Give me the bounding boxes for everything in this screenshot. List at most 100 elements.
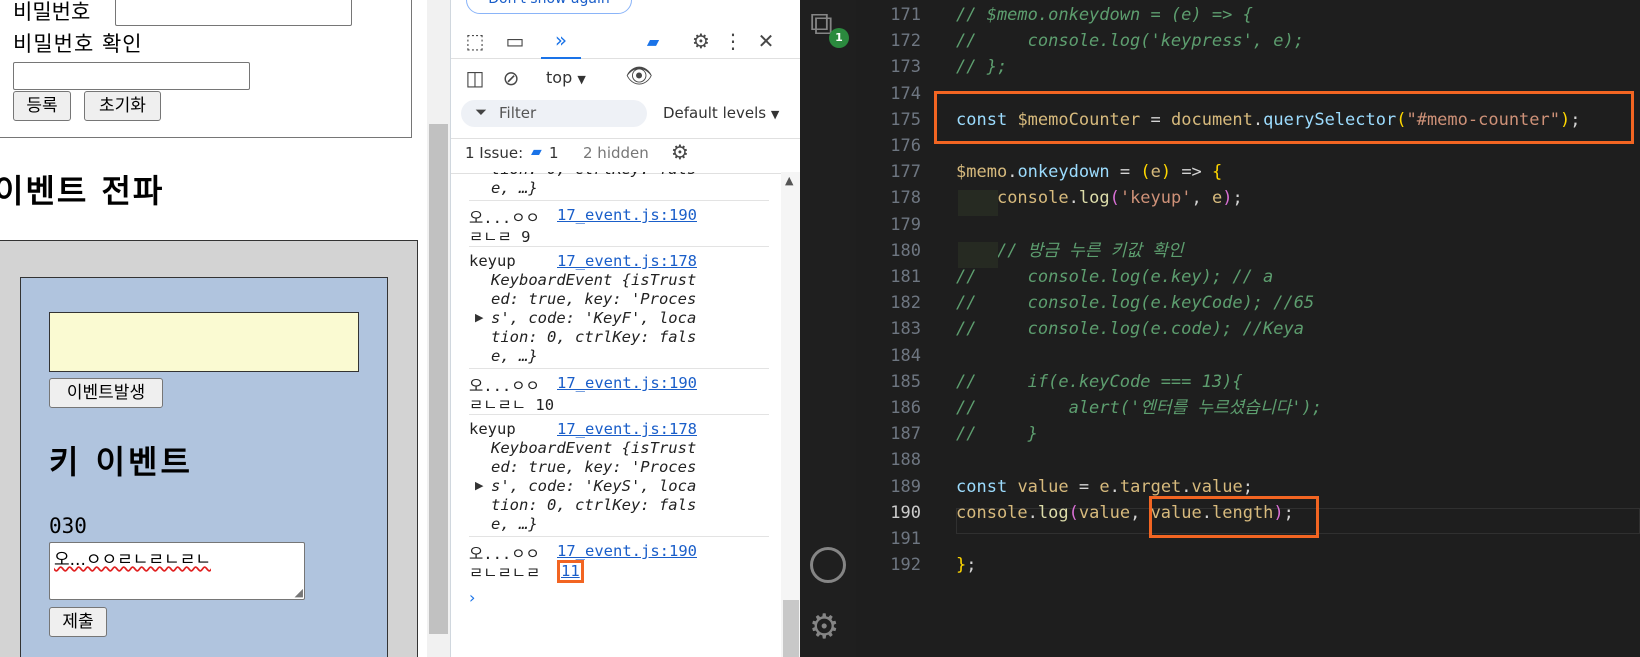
log-label: keyup xyxy=(469,252,516,270)
reset-button[interactable]: 초기화 xyxy=(84,91,161,121)
line-number: 172 xyxy=(890,31,921,52)
code-line[interactable]: 183 // console.log(e.code); //Keya xyxy=(856,316,1640,342)
line-number: 180 xyxy=(890,240,921,261)
log-object-line: s', code: 'KeyF', loca xyxy=(491,309,697,327)
messages-icon[interactable]: ▰ xyxy=(641,30,665,54)
account-icon[interactable] xyxy=(810,547,846,583)
source-link[interactable]: 17_event.js:190 xyxy=(557,374,697,392)
source-link[interactable]: 17_event.js:190 xyxy=(557,206,697,224)
scroll-up-icon[interactable]: ▲ xyxy=(785,174,793,187)
activity-bar: ⧉ 1 ⚙ xyxy=(800,0,856,657)
code-text: // console.log(e.keyCode); //65 xyxy=(956,293,1315,314)
propagation-heading: 이벤트 전파 xyxy=(0,172,165,210)
filter-placeholder: Filter xyxy=(499,104,537,122)
memo-textarea[interactable]: 오...ㅇㅇㄹㄴㄹㄴㄹㄴ ◢ xyxy=(49,542,305,600)
line-number: 186 xyxy=(890,398,921,418)
code-line[interactable]: 182 // console.log(e.keyCode); //65 xyxy=(856,290,1640,316)
event-button[interactable]: 이벤트발생 xyxy=(49,378,163,408)
line-number: 190 xyxy=(890,502,921,523)
code-line[interactable]: 188 xyxy=(856,447,1640,473)
indent-guide xyxy=(958,242,998,268)
log-object-line: e, …} xyxy=(491,347,538,365)
issues-count[interactable]: 1 xyxy=(549,144,559,162)
code-line[interactable]: 171 // $memo.onkeydown = (e) => { xyxy=(856,2,1640,28)
device-toggle-icon[interactable]: ▭ xyxy=(503,29,527,53)
log-label: keyup xyxy=(469,420,516,438)
log-separator xyxy=(469,368,769,369)
clear-console-icon[interactable]: ⊘ xyxy=(499,66,523,90)
console-scrollbar[interactable] xyxy=(781,172,801,657)
memo-value: 오...ㅇㅇㄹㄴㄹㄴㄹㄴ xyxy=(54,550,211,570)
code-line[interactable]: 187 // } xyxy=(856,421,1640,447)
dropdown-icon: ▼ xyxy=(770,108,780,121)
line-number: 188 xyxy=(890,450,921,471)
code-text: // }; xyxy=(956,57,1008,78)
code-text: // } xyxy=(956,424,1038,445)
code-editor[interactable]: 171 // $memo.onkeydown = (e) => { 172 // co… xyxy=(856,0,1640,657)
resize-handle-icon[interactable]: ◢ xyxy=(295,586,303,599)
sidebar-toggle-icon[interactable]: ◫ xyxy=(463,66,487,90)
memo-counter: 030 xyxy=(49,514,87,538)
code-line[interactable]: 192}; xyxy=(856,552,1640,578)
password-confirm-input[interactable] xyxy=(13,62,250,90)
log-object-line: KeyboardEvent {isTrust xyxy=(491,439,697,457)
source-link[interactable]: 17_event.js:178 xyxy=(557,252,697,270)
log-value-line2: ㄹㄴㄹㄴ 10 xyxy=(469,396,555,414)
code-line[interactable]: 186 // alert('엔터를 누르셨습니다'); xyxy=(856,395,1640,421)
line-number: 171 xyxy=(890,5,921,25)
console-scrollbar-thumb[interactable] xyxy=(783,600,799,657)
dont-show-again-button[interactable]: Don't show again xyxy=(466,0,632,14)
manage-gear-icon[interactable]: ⚙ xyxy=(809,609,839,645)
code-line[interactable]: 177 $memo.onkeydown = (e) => { xyxy=(856,159,1640,185)
line-number: 177 xyxy=(890,162,921,183)
log-object-line: e, …} xyxy=(491,515,538,533)
gear-icon[interactable]: ⚙ xyxy=(671,140,689,164)
log-object-line: ed: true, key: 'Proces xyxy=(491,290,697,308)
page-scrollbar-thumb[interactable] xyxy=(429,124,448,634)
default-levels-select[interactable]: Default levels ▼ xyxy=(663,104,779,122)
code-line[interactable]: 184 xyxy=(856,343,1640,369)
eye-icon[interactable]: 👁 xyxy=(624,65,654,89)
expand-toggle-icon[interactable]: ▶ xyxy=(475,311,483,324)
source-link[interactable]: 17_event.js:178 xyxy=(557,420,697,438)
gear-icon[interactable]: ⚙ xyxy=(689,29,713,53)
close-icon[interactable]: ✕ xyxy=(754,29,778,53)
issues-icon[interactable]: ▰ xyxy=(531,144,542,160)
inspect-icon[interactable]: ⬚ xyxy=(463,29,487,53)
code-text: // console.log(e.key); // a xyxy=(956,267,1274,287)
event-target-box[interactable] xyxy=(49,312,359,372)
console-prompt-icon: › xyxy=(469,588,476,607)
chevron-double-right-icon[interactable]: » xyxy=(549,28,573,52)
log-separator xyxy=(469,536,769,537)
password-confirm-label: 비밀번호 확인 xyxy=(13,32,143,56)
highlight-value-length xyxy=(1149,496,1319,538)
hidden-count: 2 hidden xyxy=(583,144,649,162)
code-text: // console.log('keypress', e); xyxy=(956,31,1304,52)
dropdown-icon: ▼ xyxy=(577,73,586,86)
code-line[interactable]: 185 // if(e.keyCode === 13){ xyxy=(856,369,1640,395)
submit-button[interactable]: 제출 xyxy=(49,607,107,637)
line-number: 183 xyxy=(890,319,921,340)
log-separator xyxy=(469,414,769,415)
line-number: 184 xyxy=(890,345,921,366)
log-object-line: e, …} xyxy=(491,179,538,197)
source-link[interactable]: 17_event.js:190 xyxy=(557,542,697,560)
code-line[interactable]: 172 // console.log('keypress', e); xyxy=(856,28,1640,54)
code-line[interactable]: 173 // }; xyxy=(856,54,1640,80)
line-number: 187 xyxy=(890,424,921,445)
filter-input[interactable]: ⏷ Filter xyxy=(461,100,647,127)
password-input[interactable] xyxy=(115,0,352,26)
console-log: tion: 0, ctrlKey: false, …}오...ㅇㅇ17_even… xyxy=(451,172,781,657)
line-number: 192 xyxy=(890,555,921,576)
context-value: top xyxy=(546,68,573,87)
log-object-line: tion: 0, ctrlKey: fals xyxy=(491,328,697,346)
expand-toggle-icon[interactable]: ▶ xyxy=(475,479,483,492)
code-text: }; xyxy=(956,555,977,576)
more-vert-icon[interactable]: ⋮ xyxy=(721,29,745,53)
log-length-count: 11 xyxy=(557,560,584,583)
log-separator xyxy=(469,200,769,201)
context-select[interactable]: top ▼ xyxy=(546,68,586,87)
log-value-line2: ㄹㄴㄹ 9 xyxy=(469,228,531,246)
register-button[interactable]: 등록 xyxy=(13,91,71,121)
line-number: 176 xyxy=(890,136,921,156)
